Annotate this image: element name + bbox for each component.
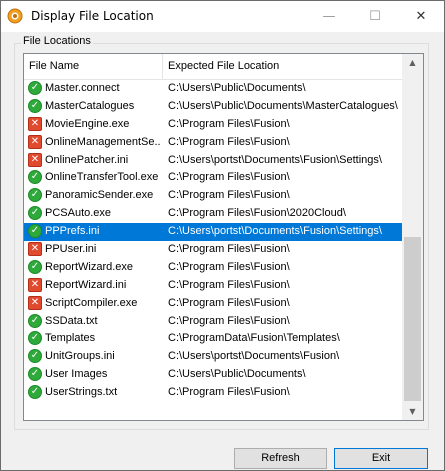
table-row[interactable]: ✕ PPUser.ini C:\Program Files\Fusion\: [24, 241, 402, 259]
error-x-icon: ✕: [28, 277, 42, 292]
table-row[interactable]: ✓ User Images C:\Users\Public\Documents\: [24, 366, 402, 384]
file-location-cell: C:\Program Files\Fusion\: [168, 135, 290, 148]
check-circle-icon: ✓: [28, 349, 42, 364]
check-circle-icon: ✓: [28, 206, 42, 221]
file-name-cell: OnlinePatcher.ini: [45, 153, 129, 166]
display-file-location-window: Display File Location — ☐ ✕ File Locatio…: [0, 0, 445, 471]
table-row[interactable]: ✕ ScriptCompiler.exe C:\Program Files\Fusi…: [24, 295, 402, 313]
file-location-cell: C:\Users\portst\Documents\Fusion\: [168, 350, 340, 363]
file-location-cell: C:\Program Files\Fusion\: [168, 189, 290, 202]
file-name-cell: PPPrefs.ini: [45, 225, 100, 238]
exit-button[interactable]: Exit: [334, 448, 428, 469]
table-row[interactable]: ✓ PPPrefs.ini C:\Users\portst\Documents\Fu…: [24, 223, 402, 242]
close-button[interactable]: ✕: [398, 1, 444, 32]
scroll-up-arrow-icon[interactable]: ▲: [402, 54, 423, 71]
table-row[interactable]: ✕ MovieEngine.exe C:\Program Files\Fusion\: [24, 116, 402, 134]
check-circle-icon: ✓: [28, 98, 42, 113]
file-name-cell: UserStrings.txt: [45, 386, 118, 399]
file-name-cell: OnlineManagementSe...: [45, 135, 160, 148]
check-circle-icon: ✓: [28, 170, 42, 185]
error-x-icon: ✕: [28, 134, 42, 149]
refresh-button[interactable]: Refresh: [234, 448, 327, 469]
check-circle-icon: ✓: [28, 81, 42, 95]
minimize-button[interactable]: —: [306, 1, 352, 32]
scroll-down-arrow-icon[interactable]: ▼: [402, 403, 423, 420]
file-name-cell: ReportWizard.exe: [45, 260, 134, 273]
file-location-cell: C:\Program Files\Fusion\: [168, 243, 290, 256]
maximize-button[interactable]: ☐: [352, 1, 398, 32]
table-row[interactable]: ✓ OnlineTransferTool.exe C:\Program Files\…: [24, 169, 402, 187]
group-label: File Locations: [21, 35, 93, 47]
scrollbar-thumb[interactable]: [404, 237, 421, 401]
file-location-cell: C:\Users\Public\Documents\: [168, 82, 306, 94]
table-row[interactable]: ✓ PanoramicSender.exe C:\Program Files\Fus…: [24, 187, 402, 205]
error-x-icon: ✕: [28, 152, 42, 167]
file-location-cell: C:\Program Files\Fusion\2020Cloud\: [168, 207, 346, 220]
check-circle-icon: ✓: [28, 313, 42, 328]
file-location-cell: C:\Users\portst\Documents\Fusion\Setting…: [168, 225, 382, 238]
file-location-cell: C:\Users\portst\Documents\Fusion\Setting…: [168, 153, 382, 166]
table-row[interactable]: ✓ UnitGroups.ini C:\Users\portst\Documents…: [24, 348, 402, 366]
table-row[interactable]: ✓ Templates C:\ProgramData\Fusion\Template…: [24, 330, 402, 348]
window-title: Display File Location: [31, 9, 154, 23]
column-header-expected-location[interactable]: Expected File Location: [163, 54, 402, 79]
file-location-cell: C:\ProgramData\Fusion\Templates\: [168, 332, 340, 345]
file-location-cell: C:\Program Files\Fusion\: [168, 117, 290, 130]
file-location-cell: C:\Program Files\Fusion\: [168, 260, 290, 273]
file-name-cell: Templates: [45, 332, 96, 345]
file-location-cell: C:\Program Files\Fusion\: [168, 296, 290, 309]
error-x-icon: ✕: [28, 116, 42, 131]
table-row[interactable]: ✕ OnlinePatcher.ini C:\Users\portst\Docume…: [24, 152, 402, 170]
vertical-scrollbar[interactable]: ▲ ▼: [402, 54, 423, 420]
file-location-list[interactable]: File Name Expected File Location ✓ Master…: [23, 53, 424, 421]
file-name-cell: MovieEngine.exe: [45, 117, 130, 130]
table-row[interactable]: ✓ PCSAuto.exe C:\Program Files\Fusion\2020…: [24, 205, 402, 223]
check-circle-icon: ✓: [28, 331, 42, 346]
file-name-cell: UnitGroups.ini: [45, 350, 115, 363]
file-name-cell: ReportWizard.ini: [45, 278, 127, 291]
table-row[interactable]: ✕ OnlineManagementSe... C:\Program Files\F…: [24, 134, 402, 152]
check-circle-icon: ✓: [28, 188, 42, 203]
file-name-cell: PanoramicSender.exe: [45, 189, 154, 202]
table-row[interactable]: ✓ UserStrings.txt C:\Program Files\Fusion\: [24, 384, 402, 402]
table-row[interactable]: ✓ ReportWizard.exe C:\Program Files\Fusion…: [24, 259, 402, 277]
file-name-cell: ScriptCompiler.exe: [45, 296, 138, 309]
file-location-cell: C:\Program Files\Fusion\: [168, 314, 290, 327]
file-name-cell: OnlineTransferTool.exe: [45, 171, 159, 184]
list-header: File Name Expected File Location: [24, 54, 402, 80]
table-row[interactable]: ✓ Master.connect C:\Users\Public\Documents…: [24, 80, 402, 98]
file-location-cell: C:\Users\Public\Documents\MasterCatalogu…: [168, 99, 398, 112]
file-location-cell: C:\Users\Public\Documents\: [168, 368, 306, 381]
file-location-cell: C:\Program Files\Fusion\: [168, 171, 290, 184]
check-circle-icon: ✓: [28, 259, 42, 274]
table-row[interactable]: ✕ ReportWizard.ini C:\Program Files\Fusion…: [24, 277, 402, 295]
check-circle-icon: ✓: [28, 385, 42, 400]
app-icon: [7, 8, 23, 24]
table-row[interactable]: ✓ MasterCatalogues C:\Users\Public\Documen…: [24, 98, 402, 116]
error-x-icon: ✕: [28, 242, 42, 257]
file-name-cell: Master.connect: [45, 82, 120, 94]
file-location-cell: C:\Program Files\Fusion\: [168, 278, 290, 291]
file-location-cell: C:\Program Files\Fusion\: [168, 386, 290, 399]
title-bar[interactable]: Display File Location — ☐ ✕: [1, 1, 444, 32]
file-name-cell: MasterCatalogues: [45, 99, 135, 112]
column-header-file-name[interactable]: File Name: [24, 54, 163, 79]
table-row[interactable]: ✓ SSData.txt C:\Program Files\Fusion\: [24, 313, 402, 331]
file-name-cell: User Images: [45, 368, 108, 381]
file-name-cell: SSData.txt: [45, 314, 98, 327]
list-rows: ✓ Master.connect C:\Users\Public\Documents…: [24, 80, 402, 402]
check-circle-icon: ✓: [28, 224, 42, 239]
file-name-cell: PCSAuto.exe: [45, 207, 112, 220]
check-circle-icon: ✓: [28, 367, 42, 382]
file-name-cell: PPUser.ini: [45, 243, 97, 256]
error-x-icon: ✕: [28, 295, 42, 310]
